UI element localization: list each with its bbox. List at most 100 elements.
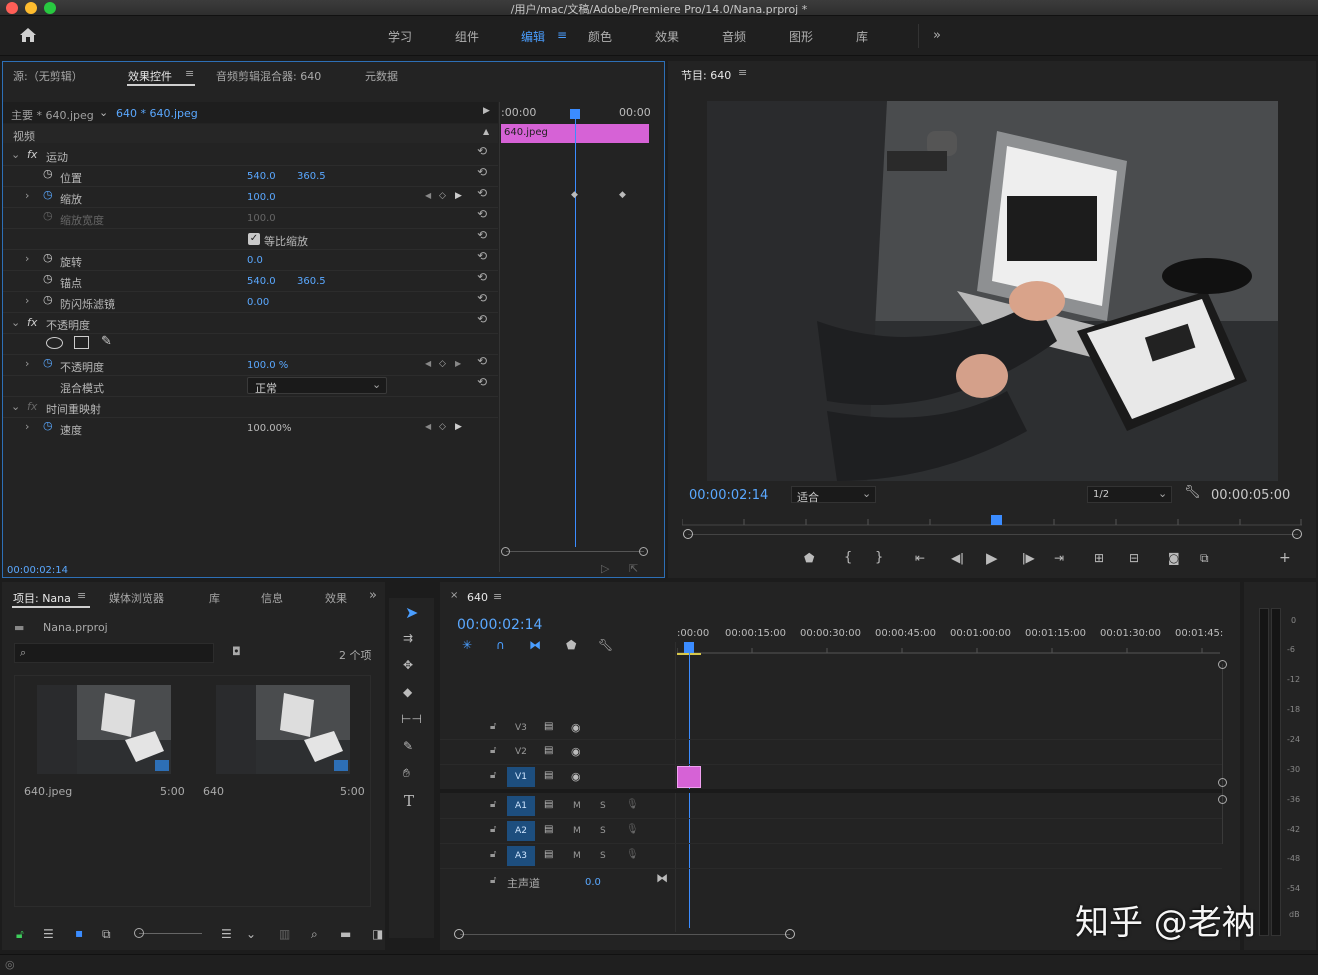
timeline-clip-v1[interactable] bbox=[677, 766, 701, 788]
track-target-a2[interactable]: A2 bbox=[507, 821, 535, 841]
lock-icon[interactable]: 🔓︎ bbox=[490, 875, 496, 886]
chevron-right-icon[interactable]: › bbox=[25, 252, 29, 265]
workspace-effects[interactable]: 效果 bbox=[655, 28, 679, 45]
fx-icon[interactable]: fx bbox=[27, 148, 37, 161]
workspace-audio[interactable]: 音频 bbox=[722, 28, 746, 45]
resolution-select[interactable]: 1/2 ⌄ bbox=[1087, 486, 1172, 503]
snap-icon[interactable]: ∩ bbox=[496, 638, 505, 652]
track-target-v1[interactable]: V1 bbox=[507, 767, 535, 787]
program-playhead[interactable] bbox=[991, 515, 1002, 525]
sync-lock-icon[interactable]: ▤ bbox=[544, 721, 553, 732]
timeline-ruler[interactable] bbox=[676, 644, 1220, 654]
ec-zoom-handle-left[interactable] bbox=[501, 547, 510, 556]
sync-lock-icon[interactable]: ▤ bbox=[544, 770, 553, 781]
list-view-icon[interactable]: ☰ bbox=[43, 927, 54, 941]
panel-menu-icon[interactable]: ≡ bbox=[77, 589, 86, 602]
workspace-libraries[interactable]: 库 bbox=[856, 28, 868, 45]
timeline-settings-icon[interactable]: 🔧︎ bbox=[598, 638, 613, 652]
next-keyframe-icon[interactable]: ▶ bbox=[455, 359, 461, 368]
track-target-a1[interactable]: A1 bbox=[507, 796, 535, 816]
export-icon[interactable]: ⇱ bbox=[629, 562, 638, 575]
anchor-y-value[interactable]: 360.5 bbox=[297, 276, 326, 287]
workspace-editing[interactable]: 编辑 bbox=[521, 28, 545, 45]
next-keyframe-icon[interactable]: ▶ bbox=[455, 191, 462, 201]
new-item-icon[interactable]: ◨ bbox=[372, 927, 383, 941]
track-label-v3[interactable]: V3 bbox=[515, 723, 527, 733]
find-icon[interactable]: ⌕ bbox=[311, 927, 318, 942]
home-icon[interactable] bbox=[18, 26, 38, 44]
anchor-x-value[interactable]: 540.0 bbox=[247, 276, 276, 287]
linked-selection-icon[interactable]: ⧓ bbox=[529, 638, 541, 652]
reset-icon[interactable]: ⟲ bbox=[477, 186, 487, 200]
solo-button[interactable]: S bbox=[600, 851, 606, 861]
hand-tool-icon[interactable]: ✋︎ bbox=[403, 766, 410, 781]
automate-icon[interactable]: ▥ bbox=[279, 927, 290, 941]
sync-lock-icon[interactable]: ▤ bbox=[544, 849, 553, 860]
chevron-down-icon[interactable]: ⌄ bbox=[99, 106, 108, 119]
chevron-right-icon[interactable]: › bbox=[25, 294, 29, 307]
uniform-scale-checkbox[interactable]: ✓ bbox=[248, 233, 260, 245]
slip-tool-icon[interactable]: ⊢⊣ bbox=[401, 712, 422, 726]
chevron-down-icon[interactable]: ⌄ bbox=[246, 927, 256, 941]
ec-zoom-handle-right[interactable] bbox=[639, 547, 648, 556]
tab-audio-clip-mixer[interactable]: 音频剪辑混合器: 640 bbox=[216, 68, 321, 84]
new-search-bin-icon[interactable]: ◘ bbox=[232, 645, 241, 658]
reset-icon[interactable]: ⟲ bbox=[477, 228, 487, 242]
keyframe-icon[interactable]: ◆ bbox=[619, 190, 626, 200]
chevron-down-icon[interactable]: ⌄ bbox=[11, 148, 20, 161]
workspace-graphics[interactable]: 图形 bbox=[789, 28, 813, 45]
scroll-handle-top[interactable] bbox=[1218, 660, 1227, 669]
wrench-icon[interactable]: 🔧︎ bbox=[1184, 485, 1201, 500]
workspace-assembly[interactable]: 组件 bbox=[455, 28, 479, 45]
blend-mode-select[interactable]: 正常 ⌄ bbox=[247, 377, 387, 395]
tab-info[interactable]: 信息 bbox=[261, 590, 283, 606]
reset-icon[interactable]: ⟲ bbox=[477, 375, 487, 389]
microphone-icon[interactable]: 🎙︎ bbox=[626, 799, 639, 810]
chevron-right-icon[interactable]: › bbox=[25, 420, 29, 433]
tab-source[interactable]: 源:（无剪辑） bbox=[13, 68, 83, 84]
panel-menu-icon[interactable]: ≡ bbox=[493, 590, 502, 603]
zoom-slider-handle[interactable] bbox=[134, 928, 144, 938]
fit-select[interactable]: 适合 ⌄ bbox=[791, 486, 876, 504]
scroll-up-icon[interactable]: ▲ bbox=[483, 127, 489, 136]
clip-dropdown[interactable]: 640 * 640.jpeg bbox=[116, 107, 198, 120]
sort-icon[interactable]: ☰ bbox=[221, 927, 232, 941]
go-to-end-icon[interactable]: ⧓ bbox=[656, 871, 668, 885]
solo-button[interactable]: S bbox=[600, 826, 606, 836]
stopwatch-active-icon[interactable]: ◷ bbox=[43, 419, 53, 432]
go-to-in-icon[interactable]: ⇤ bbox=[915, 551, 925, 565]
chevron-right-icon[interactable]: › bbox=[25, 357, 29, 370]
mute-button[interactable]: M bbox=[573, 826, 581, 836]
reset-icon[interactable]: ⟲ bbox=[477, 249, 487, 263]
workspace-menu-icon[interactable]: ≡ bbox=[557, 28, 567, 42]
add-keyframe-icon[interactable]: ◇ bbox=[439, 359, 446, 369]
pen-mask-icon[interactable]: ✎ bbox=[101, 334, 112, 349]
add-marker-icon[interactable]: ⬟ bbox=[566, 638, 576, 652]
program-zoom-bar[interactable] bbox=[688, 534, 1298, 535]
lock-icon[interactable]: 🔓︎ bbox=[490, 745, 496, 756]
track-select-tool-icon[interactable]: ⇉ bbox=[403, 631, 413, 645]
zoom-handle-right[interactable] bbox=[785, 929, 795, 939]
sync-lock-icon[interactable]: ▤ bbox=[544, 745, 553, 756]
stopwatch-active-icon[interactable]: ◷ bbox=[43, 356, 53, 369]
workspace-learn[interactable]: 学习 bbox=[388, 28, 412, 45]
thumbnail-640-sequence[interactable] bbox=[216, 685, 350, 774]
anti-flicker-value[interactable]: 0.00 bbox=[247, 297, 269, 308]
scroll-handle-mid[interactable] bbox=[1218, 778, 1227, 787]
sync-lock-icon[interactable]: ▤ bbox=[544, 824, 553, 835]
more-workspaces-icon[interactable]: » bbox=[933, 28, 941, 43]
keyframe-icon[interactable]: ◆ bbox=[571, 190, 578, 200]
panel-menu-icon[interactable]: ≡ bbox=[185, 67, 194, 80]
opacity-value[interactable]: 100.0 % bbox=[247, 360, 288, 371]
zoom-handle-right[interactable] bbox=[1292, 529, 1302, 539]
lift-icon[interactable]: ⊞ bbox=[1094, 551, 1104, 565]
tab-media-browser[interactable]: 媒体浏览器 bbox=[109, 590, 164, 606]
lock-icon[interactable]: 🔓︎ bbox=[490, 824, 496, 835]
solo-button[interactable]: S bbox=[600, 801, 606, 811]
freeform-view-icon[interactable]: ⧉ bbox=[102, 927, 111, 942]
prev-keyframe-icon[interactable]: ◀ bbox=[425, 359, 431, 368]
add-keyframe-icon[interactable]: ◇ bbox=[439, 422, 446, 432]
pen-tool-icon[interactable]: ✎ bbox=[403, 739, 413, 753]
eye-icon[interactable]: ◉ bbox=[571, 770, 581, 783]
program-video-frame[interactable] bbox=[707, 101, 1278, 481]
